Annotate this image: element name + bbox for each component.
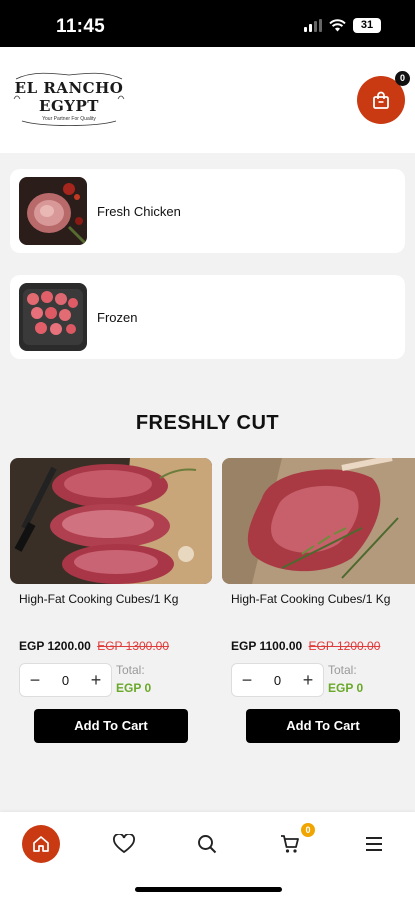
app-header: EL RANCHO EGYPT Your Partner For Quality…	[0, 47, 415, 153]
nav-favorites-button[interactable]	[105, 825, 143, 863]
increase-quantity-button[interactable]: +	[87, 671, 105, 689]
product-price: EGP 1100.00	[231, 639, 303, 653]
logo-tagline: Your Partner For Quality	[42, 116, 96, 122]
status-time: 11:45	[56, 16, 106, 37]
total-value: EGP 0	[116, 681, 152, 695]
product-card[interactable]: High-Fat Cooking Cubes/1 Kg EGP 1100.00 …	[222, 458, 415, 758]
header-cart-count-badge: 0	[395, 71, 410, 86]
decrease-quantity-button[interactable]: −	[238, 671, 256, 689]
nav-search-button[interactable]	[188, 825, 226, 863]
category-label: Fresh Chicken	[97, 203, 181, 219]
quantity-value[interactable]: 0	[62, 673, 69, 688]
category-label: Frozen	[97, 309, 138, 325]
add-to-cart-button[interactable]: Add To Cart	[246, 709, 400, 743]
chicken-thumbnail-icon	[19, 177, 87, 245]
heart-icon	[113, 834, 135, 854]
quantity-value[interactable]: 0	[274, 673, 281, 688]
product-image[interactable]	[222, 458, 415, 584]
quantity-stepper: − 0 +	[19, 663, 112, 697]
battery-icon: 31	[353, 18, 381, 33]
logo-title: EL RANCHO	[14, 79, 124, 97]
home-indicator	[135, 887, 282, 892]
frozen-meatballs-thumbnail-icon	[19, 283, 87, 351]
product-name: High-Fat Cooking Cubes/1 Kg	[231, 592, 391, 606]
add-to-cart-button[interactable]: Add To Cart	[34, 709, 188, 743]
section-title: FRESHLY CUT	[135, 412, 280, 434]
steaks-photo-icon	[10, 458, 212, 584]
shopping-bag-icon	[373, 91, 389, 109]
category-card-fresh-chicken[interactable]: Fresh Chicken	[10, 169, 405, 253]
increase-quantity-button[interactable]: +	[299, 671, 317, 689]
total-label: Total:	[116, 663, 145, 677]
product-price: EGP 1200.00	[19, 639, 91, 653]
total-value: EGP 0	[328, 681, 364, 695]
product-image[interactable]	[10, 458, 212, 584]
category-card-frozen[interactable]: Frozen	[10, 275, 405, 359]
signal-icon	[304, 19, 322, 32]
home-icon	[33, 836, 49, 852]
cart-icon	[281, 835, 299, 853]
decrease-quantity-button[interactable]: −	[26, 671, 44, 689]
product-old-price: EGP 1200.00	[308, 639, 381, 653]
nav-home-button[interactable]	[22, 825, 60, 863]
product-card[interactable]: High-Fat Cooking Cubes/1 Kg EGP 1200.00 …	[10, 458, 212, 758]
ribeye-photo-icon	[222, 458, 415, 584]
search-icon	[198, 835, 217, 854]
price-row: EGP 1100.00 EGP 1200.00	[231, 639, 380, 653]
logo-subtitle: EGYPT	[39, 97, 99, 115]
brand-logo[interactable]: EL RANCHO EGYPT Your Partner For Quality	[12, 69, 126, 131]
product-old-price: EGP 1300.00	[97, 639, 170, 653]
status-icons: 31	[304, 18, 381, 33]
product-name: High-Fat Cooking Cubes/1 Kg	[19, 592, 179, 606]
menu-icon	[366, 837, 382, 851]
nav-menu-button[interactable]	[355, 825, 393, 863]
total-label: Total:	[328, 663, 357, 677]
quantity-stepper: − 0 +	[231, 663, 324, 697]
wifi-icon	[329, 19, 346, 32]
nav-cart-count-badge: 0	[301, 823, 315, 837]
status-bar: 11:45 31	[0, 0, 415, 47]
price-row: EGP 1200.00 EGP 1300.00	[19, 639, 169, 653]
